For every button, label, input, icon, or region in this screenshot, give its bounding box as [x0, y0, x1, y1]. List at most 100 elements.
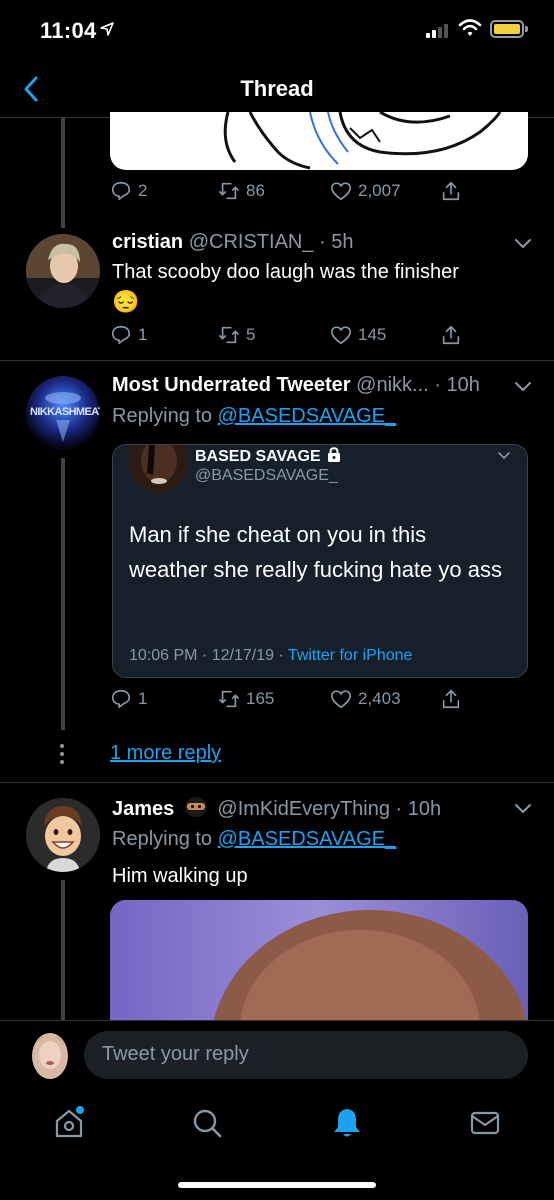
retweet-count: 86	[246, 181, 265, 200]
like-button[interactable]: 145	[330, 324, 386, 346]
cellular-signal-icon	[426, 22, 452, 38]
tweet-time: 10h	[407, 798, 442, 820]
avatar[interactable]	[26, 798, 100, 872]
messages-icon[interactable]	[468, 1106, 502, 1140]
reply-button[interactable]: 1	[110, 688, 147, 710]
search-icon[interactable]	[190, 1106, 224, 1140]
tweet-author-row: James @ImKidEveryThing · 10h	[112, 797, 442, 820]
tweet-time: 10h	[446, 374, 480, 396]
tweet-text: That scooby doo laugh was the finisher 😔	[112, 261, 459, 314]
retweet-icon	[219, 182, 239, 200]
retweet-button[interactable]: 86	[218, 180, 265, 202]
quoted-tweet-card[interactable]: BASED SAVAGE @BASEDSAVAGE_ Man if she ch…	[112, 444, 528, 678]
author-handle[interactable]: @CRISTIAN_	[189, 231, 314, 253]
avatar	[129, 445, 187, 493]
tweet-actions: 2 86 2,007	[110, 180, 530, 210]
cartoon-drawing	[223, 112, 502, 170]
share-icon	[442, 689, 460, 709]
tweet-text: Him walking up	[112, 865, 248, 887]
share-icon	[442, 325, 460, 345]
retweet-icon	[219, 690, 239, 708]
thread-header: Thread	[0, 62, 554, 118]
retweet-count: 165	[246, 689, 275, 708]
battery-icon	[490, 20, 528, 38]
author-name[interactable]: James	[112, 798, 174, 820]
replying-to-link[interactable]: @BASEDSAVAGE_	[218, 828, 397, 850]
retweet-button[interactable]: 5	[218, 324, 255, 346]
quoted-tweet-source: Twitter for iPhone	[287, 647, 413, 664]
reply-count: 1	[138, 689, 148, 708]
heart-icon	[331, 690, 351, 709]
retweet-count: 5	[246, 325, 256, 344]
chevron-down-icon[interactable]	[514, 381, 532, 393]
like-count: 2,403	[358, 689, 401, 708]
more-replies-link[interactable]: 1 more reply	[110, 742, 221, 765]
lock-icon	[328, 447, 341, 462]
tweet-time: 5h	[331, 231, 354, 253]
tweet-actions: 1 5 145	[110, 324, 530, 354]
quoted-author-name: BASED SAVAGE	[195, 448, 321, 465]
chevron-down-icon[interactable]	[514, 238, 532, 250]
page-title: Thread	[240, 76, 314, 101]
like-button[interactable]: 2,403	[330, 688, 401, 710]
retweet-button[interactable]: 165	[218, 688, 274, 710]
divider	[0, 782, 554, 783]
reply-icon	[111, 325, 131, 345]
home-icon[interactable]	[52, 1106, 86, 1140]
author-handle[interactable]: @nikk...	[356, 374, 429, 396]
avatar-photo	[26, 234, 100, 308]
reply-composer: Tweet your reply	[0, 1020, 554, 1090]
replying-to: Replying to @BASEDSAVAGE_	[112, 828, 397, 850]
author-name[interactable]: Most Underrated Tweeter	[112, 374, 351, 396]
reply-count: 2	[138, 181, 148, 200]
divider	[0, 360, 554, 361]
avatar-label: NIKKASHMEAT	[30, 406, 100, 418]
status-time: 11:04	[40, 18, 97, 43]
more-dots-icon	[60, 744, 66, 766]
quoted-tweet-time: 10:06 PM	[129, 647, 198, 664]
tweet-author-row: Most Underrated Tweeter @nikk... · 10h	[112, 374, 480, 396]
share-icon	[442, 181, 460, 201]
notifications-icon[interactable]	[330, 1106, 364, 1140]
thread-connector	[61, 458, 65, 730]
reply-count: 1	[138, 325, 148, 344]
media-photo	[110, 900, 528, 1030]
like-count: 2,007	[358, 181, 401, 200]
author-name[interactable]: cristian	[112, 231, 183, 253]
quoted-author-row: BASED SAVAGE	[195, 447, 341, 466]
like-button[interactable]: 2,007	[330, 180, 401, 202]
heart-icon	[331, 326, 351, 345]
chevron-down-icon[interactable]	[514, 803, 532, 815]
memoji-avatar	[26, 798, 100, 872]
replying-to-link[interactable]: @BASEDSAVAGE_	[218, 405, 397, 427]
reply-button[interactable]: 2	[110, 180, 147, 202]
heart-icon	[331, 182, 351, 201]
avatar[interactable]	[26, 234, 100, 308]
thread-connector	[61, 880, 65, 1020]
share-button[interactable]	[440, 688, 462, 710]
home-indicator	[178, 1182, 376, 1188]
tweet-author-row: cristian @CRISTIAN_ · 5h	[112, 231, 354, 253]
quoted-tweet-date: 12/17/19	[211, 647, 274, 664]
reply-input[interactable]: Tweet your reply	[84, 1031, 528, 1079]
share-button[interactable]	[440, 180, 462, 202]
chevron-down-icon	[498, 452, 510, 459]
share-button[interactable]	[440, 324, 462, 346]
tweet-media-image[interactable]	[110, 900, 528, 1030]
quoted-tweet-meta: 10:06 PM · 12/17/19 · Twitter for iPhone	[129, 647, 413, 664]
emoji-pensive: 😔	[112, 289, 140, 314]
location-arrow-icon	[100, 22, 114, 36]
emoji-ninja-icon	[184, 797, 207, 817]
quoted-author-handle: @BASEDSAVAGE_	[195, 467, 338, 484]
reply-button[interactable]: 1	[110, 324, 147, 346]
wifi-icon	[458, 19, 482, 36]
tweet-media-image[interactable]	[110, 112, 528, 170]
replying-to: Replying to @BASEDSAVAGE_	[112, 405, 397, 427]
thread-connector	[61, 118, 65, 228]
author-handle[interactable]: @ImKidEveryThing	[217, 798, 390, 820]
retweet-icon	[219, 326, 239, 344]
reply-icon	[111, 181, 131, 201]
avatar[interactable]	[32, 1033, 68, 1079]
like-count: 145	[358, 325, 387, 344]
quoted-tweet-text: Man if she cheat on you in this weather …	[129, 522, 502, 582]
